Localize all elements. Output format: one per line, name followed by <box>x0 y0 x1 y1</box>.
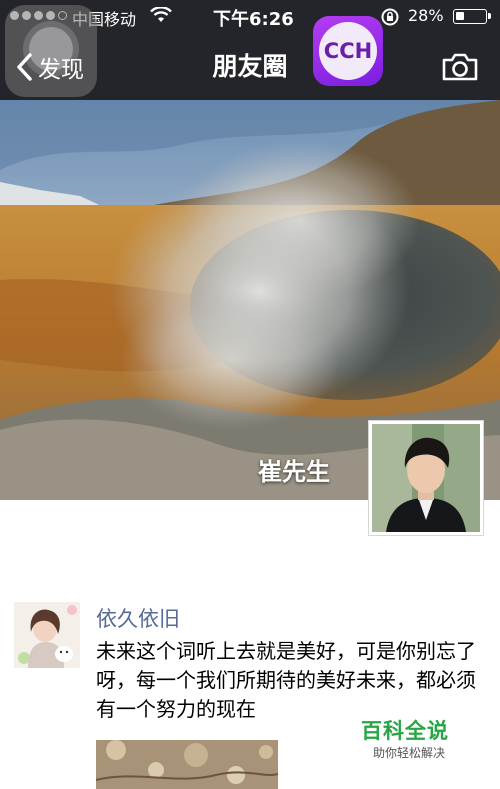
post-author-avatar[interactable] <box>14 602 80 668</box>
watermark-title: 百科全说 <box>361 719 449 743</box>
rotation-lock-icon <box>381 8 399 26</box>
battery-percent: 28% <box>408 6 444 25</box>
watermark: 百科全说 助你轻松解决 <box>355 713 495 765</box>
watermark-subtitle: 助你轻松解决 <box>373 746 446 760</box>
logo-text: CCH <box>319 22 377 80</box>
post-text: 未来这个词听上去就是美好，可是你别忘了呀，每一个我们所期待的美好未来，都必须有一… <box>96 639 476 721</box>
profile-owner-name[interactable]: 崔先生 <box>258 452 330 487</box>
camera-icon[interactable] <box>441 52 479 82</box>
top-bar: 中国移动 下午6:26 28% 发现 朋友圈 CCH <box>0 0 500 100</box>
profile-avatar[interactable] <box>368 420 484 536</box>
post-author-name[interactable]: 依久依旧 <box>96 603 180 633</box>
status-time: 下午6:26 <box>213 9 294 30</box>
post-photo-thumbnail <box>96 740 278 789</box>
post-author-avatar-image <box>14 602 80 668</box>
page-title: 朋友圈 <box>212 52 288 81</box>
profile-avatar-image <box>372 424 480 532</box>
wifi-icon <box>150 7 172 22</box>
battery-icon <box>453 9 491 24</box>
cch-logo: CCH <box>313 16 383 86</box>
post-image[interactable] <box>96 740 278 789</box>
